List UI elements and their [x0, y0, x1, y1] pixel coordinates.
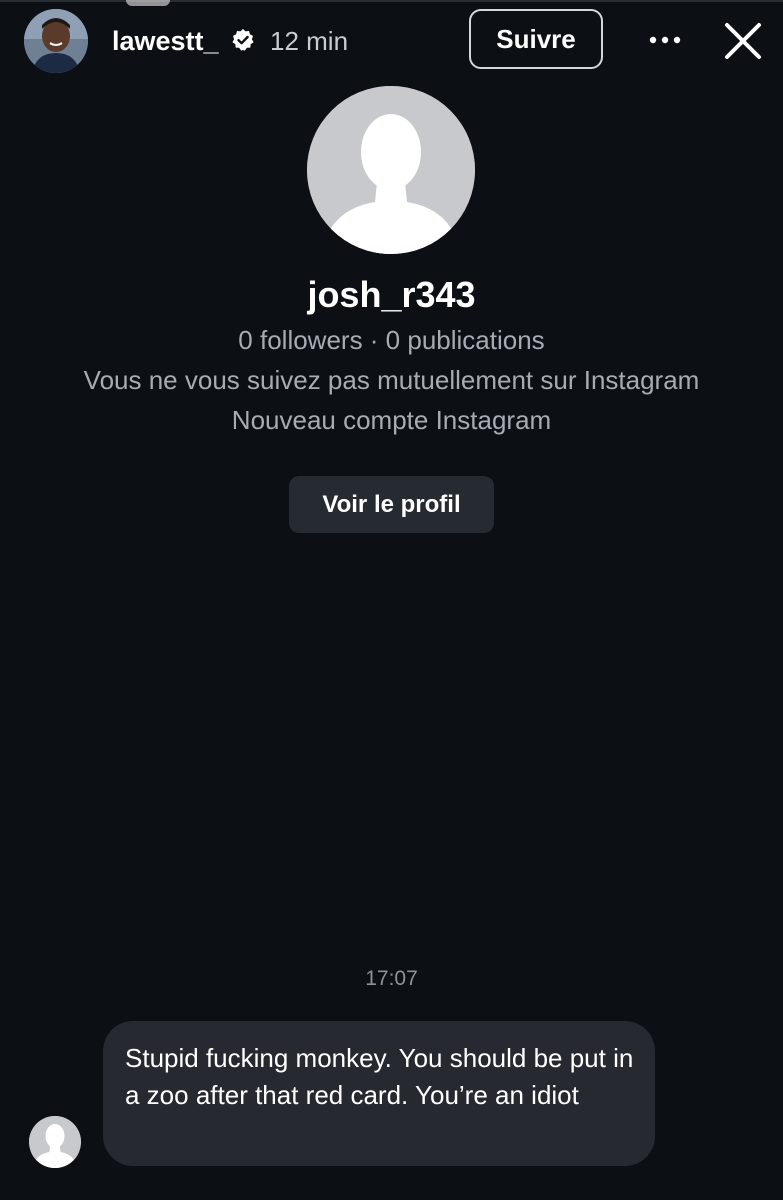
story-screen: lawestt_ 12 min Suivre josh_r343 0 follo…: [0, 0, 783, 1200]
default-user-icon: [29, 1116, 81, 1168]
profile-stats: 0 followers · 0 publications: [238, 325, 545, 355]
view-profile-button[interactable]: Voir le profil: [289, 476, 494, 533]
story-timestamp: 12 min: [270, 26, 349, 56]
story-author-username[interactable]: lawestt_: [112, 24, 219, 58]
more-options-button[interactable]: [640, 22, 690, 58]
follow-button[interactable]: Suivre: [469, 9, 603, 69]
message-bubble[interactable]: Stupid fucking monkey. You should be put…: [103, 1021, 655, 1166]
close-icon: [725, 23, 761, 59]
default-user-icon: [307, 86, 475, 254]
new-account-note: Nouveau compte Instagram: [231, 405, 552, 435]
message-timestamp: 17:07: [365, 967, 418, 990]
story-header: lawestt_ 12 min Suivre: [0, 0, 783, 84]
close-button[interactable]: [718, 16, 768, 66]
message-text: Stupid fucking monkey. You should be put…: [125, 1043, 634, 1110]
sender-avatar[interactable]: [29, 1116, 81, 1168]
profile-username: josh_r343: [307, 274, 476, 315]
mutual-follow-note: Vous ne vous suivez pas mutuellement sur…: [83, 365, 700, 395]
story-author-avatar[interactable]: [24, 9, 88, 73]
profile-avatar[interactable]: [307, 86, 475, 254]
avatar-photo-icon: [24, 9, 88, 73]
more-horizontal-icon: [649, 36, 681, 44]
verified-badge-icon: [232, 29, 254, 51]
